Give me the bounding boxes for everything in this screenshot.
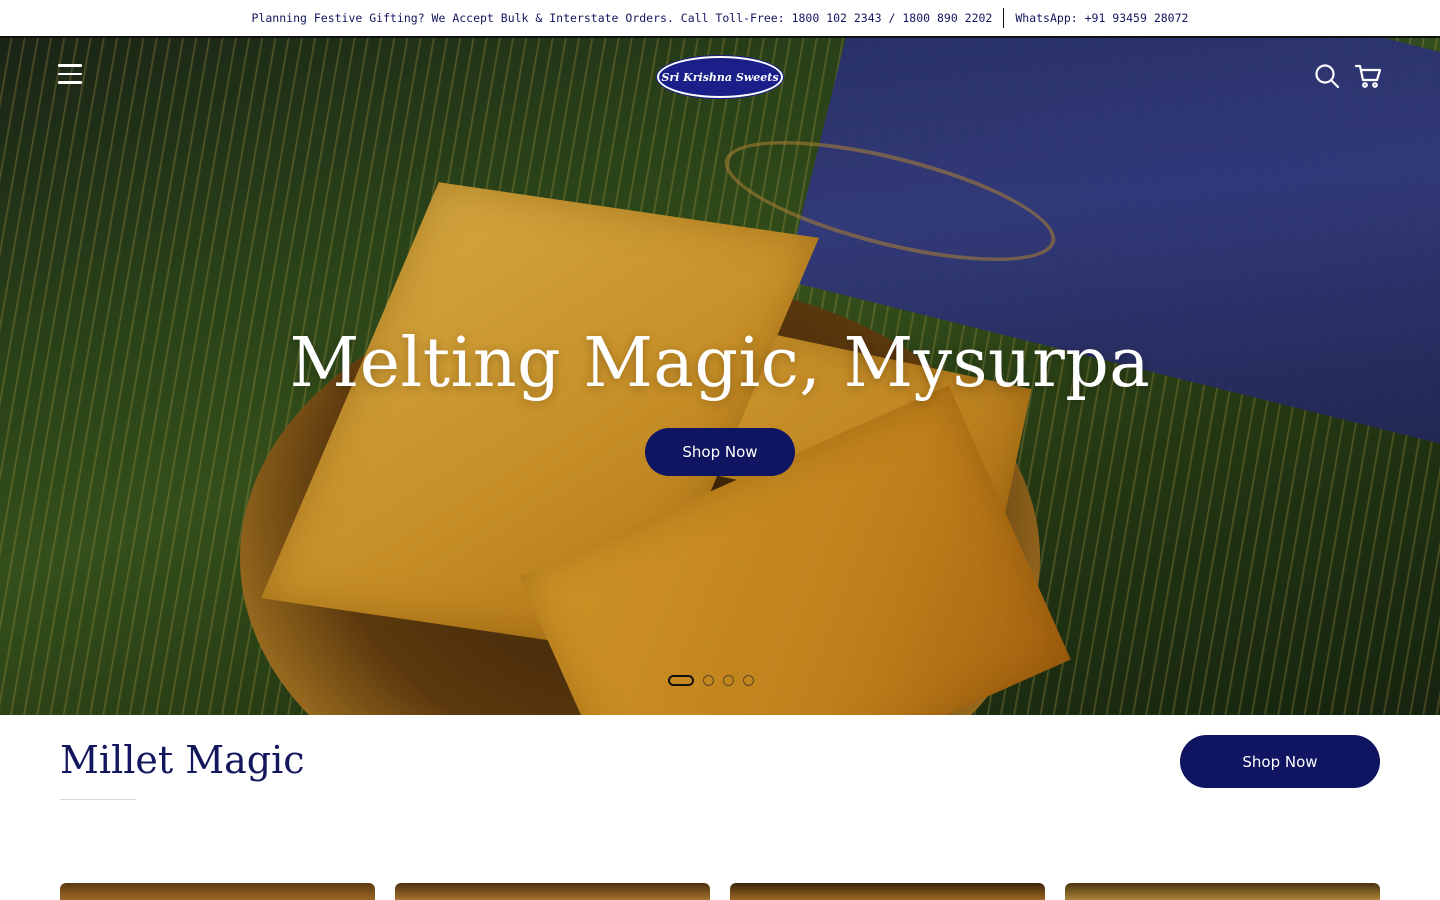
slider-dot-3[interactable] — [723, 675, 734, 686]
slider-dot-2[interactable] — [703, 675, 714, 686]
hero-title: Melting Magic, Mysurpa — [289, 324, 1151, 403]
slider-dots — [668, 675, 754, 686]
hero-banner[interactable]: Melting Magic, Mysurpa Shop Now — [0, 38, 1440, 715]
product-card[interactable] — [730, 883, 1045, 900]
whatsapp-text[interactable]: WhatsApp: +91 93459 28072 — [1015, 11, 1188, 25]
announcement-divider — [1003, 8, 1005, 28]
section-shop-now-button[interactable]: Shop Now — [1180, 735, 1380, 788]
section-title: Millet Magic — [60, 738, 305, 782]
menu-icon[interactable] — [58, 64, 82, 86]
announcement-bar: Planning Festive Gifting? We Accept Bulk… — [0, 0, 1440, 38]
logo-text: Sri Krishna Sweets — [661, 70, 779, 84]
product-card[interactable] — [1065, 883, 1380, 900]
hero-shop-now-button[interactable]: Shop Now — [645, 428, 795, 476]
section-underline — [60, 799, 136, 800]
search-icon[interactable] — [1314, 63, 1340, 89]
cart-icon[interactable] — [1354, 62, 1382, 90]
brand-logo[interactable]: Sri Krishna Sweets — [657, 56, 783, 98]
announcement-text: Planning Festive Gifting? We Accept Bulk… — [251, 11, 993, 25]
slider-dot-4[interactable] — [743, 675, 754, 686]
product-card[interactable] — [60, 883, 375, 900]
product-card[interactable] — [395, 883, 710, 900]
slider-dot-1[interactable] — [668, 675, 694, 686]
